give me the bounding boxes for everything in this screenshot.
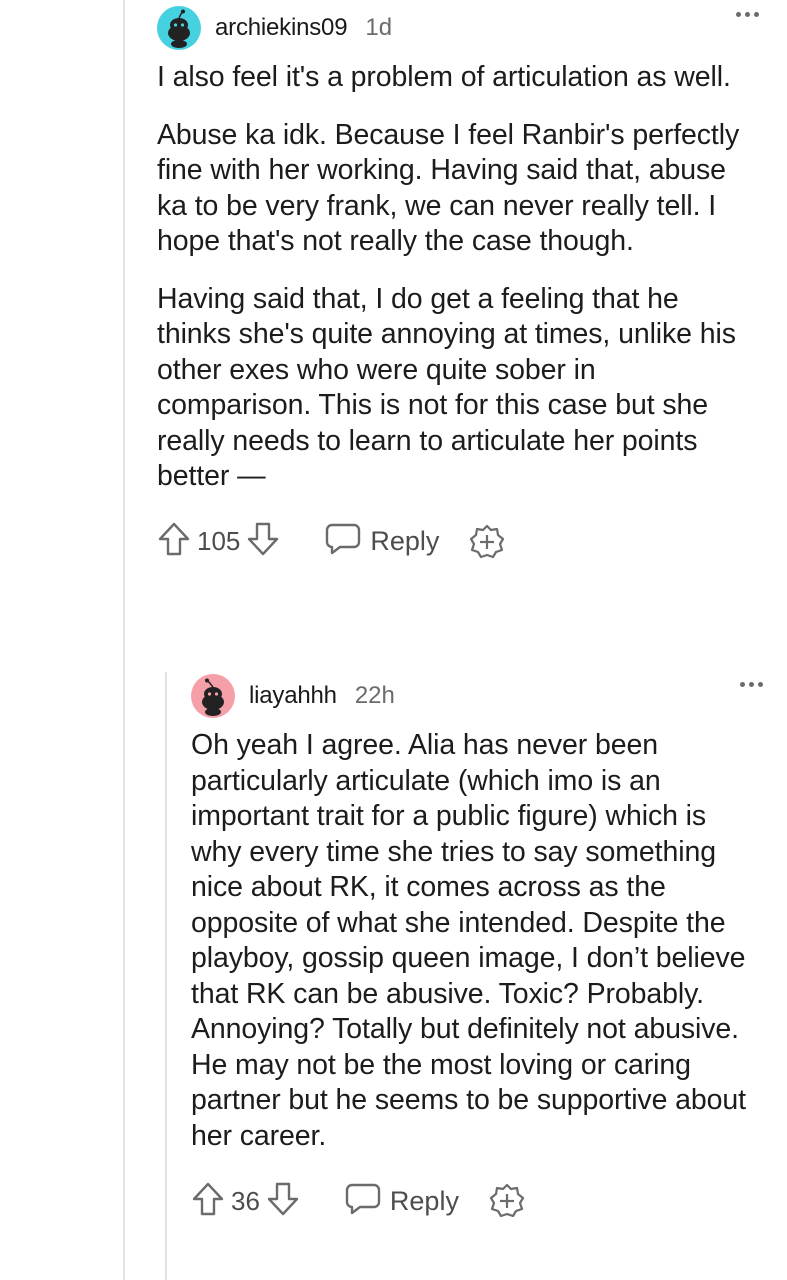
comment-age: 1d bbox=[365, 14, 393, 41]
comment-header: liayahhh 22h bbox=[191, 672, 763, 720]
comment-actions: 36 Reply bbox=[191, 1176, 761, 1226]
comment-actions: 105 Reply bbox=[157, 517, 757, 567]
thread-line[interactable] bbox=[123, 0, 125, 1280]
upvote-arrow-icon[interactable] bbox=[157, 521, 191, 562]
nested-thread-line[interactable] bbox=[165, 672, 167, 1280]
award-plus-icon[interactable] bbox=[489, 1183, 525, 1219]
reply-label: Reply bbox=[370, 526, 440, 556]
vote-group: 105 bbox=[157, 521, 280, 562]
speech-bubble-icon bbox=[344, 1182, 382, 1221]
upvote-arrow-icon[interactable] bbox=[191, 1181, 225, 1222]
speech-bubble-icon bbox=[324, 522, 362, 561]
username[interactable]: liayahhh bbox=[249, 682, 337, 710]
reply-label: Reply bbox=[389, 1185, 459, 1216]
comment-paragraph: Abuse ka idk. Because I feel Ranbir's pe… bbox=[157, 118, 740, 258]
more-options-icon[interactable] bbox=[736, 12, 759, 17]
username[interactable]: archiekins09 bbox=[215, 14, 348, 42]
comment-paragraph: Oh yeah I agree. Alia has never been par… bbox=[191, 729, 746, 1152]
comment-paragraph: I also feel it's a problem of articulati… bbox=[157, 61, 731, 93]
reply-button[interactable]: Reply bbox=[344, 1182, 459, 1221]
reply-comment: liayahhh 22h Oh yeah I agree. Alia has n… bbox=[191, 672, 763, 1226]
snoo-avatar-icon[interactable] bbox=[191, 674, 235, 718]
vote-count: 105 bbox=[197, 526, 241, 556]
vote-group: 36 bbox=[191, 1181, 300, 1222]
award-plus-icon[interactable] bbox=[469, 524, 505, 560]
reply-button[interactable]: Reply bbox=[324, 522, 439, 561]
comment-age: 22h bbox=[354, 682, 395, 709]
comment: archiekins09 1d I also feel it's a probl… bbox=[157, 0, 759, 567]
downvote-arrow-icon[interactable] bbox=[246, 521, 280, 562]
vote-count: 36 bbox=[231, 1185, 260, 1216]
snoo-avatar-icon[interactable] bbox=[157, 6, 201, 50]
comment-header: archiekins09 1d bbox=[157, 2, 759, 54]
comment-body: Oh yeah I agree. Alia has never been par… bbox=[191, 728, 761, 1154]
comment-paragraph: Having said that, I do get a feeling tha… bbox=[157, 282, 736, 493]
comment-body: I also feel it's a problem of articulati… bbox=[157, 60, 757, 495]
more-options-icon[interactable] bbox=[740, 682, 763, 687]
downvote-arrow-icon[interactable] bbox=[266, 1181, 300, 1222]
